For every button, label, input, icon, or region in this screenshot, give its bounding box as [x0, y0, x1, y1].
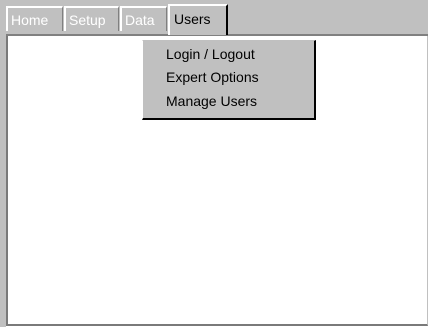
tab-setup[interactable]: Setup — [64, 6, 119, 31]
menu-item-manage-users[interactable]: Manage Users — [166, 90, 257, 112]
tab-bar: Home Setup Data Users — [0, 0, 428, 35]
tab-home[interactable]: Home — [6, 6, 63, 31]
tab-data[interactable]: Data — [120, 6, 167, 31]
users-dropdown-menu: Login / Logout Expert Options Manage Use… — [142, 40, 316, 120]
menu-item-login-logout[interactable]: Login / Logout — [166, 43, 255, 65]
menu-item-expert-options[interactable]: Expert Options — [166, 66, 259, 88]
tab-users[interactable]: Users — [168, 4, 228, 35]
